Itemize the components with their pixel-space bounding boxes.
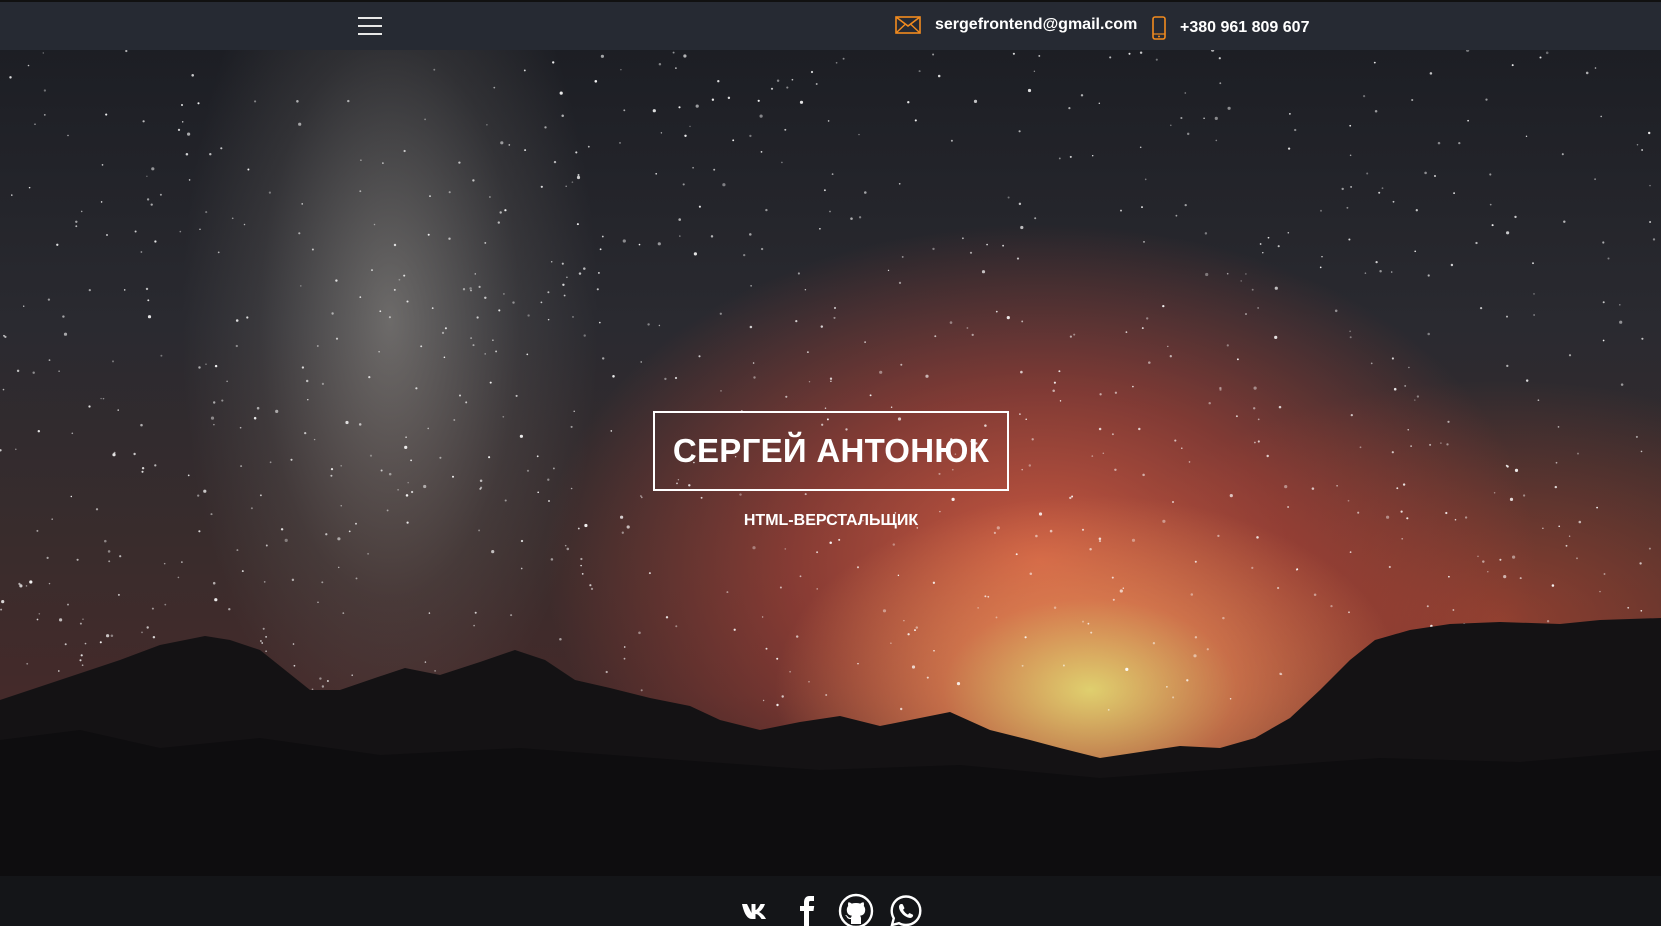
email-contact[interactable]: sergefrontend@gmail.com [895, 16, 1137, 34]
envelope-icon [895, 16, 921, 34]
phone-contact[interactable]: +380 961 809 607 [1152, 16, 1309, 40]
whatsapp-icon[interactable] [888, 893, 924, 926]
role-subtitle: HTML-ВЕРСТАЛЬЩИК [743, 512, 919, 529]
vk-icon[interactable] [739, 893, 775, 926]
page-title: СЕРГЕЙ АНТОНЮК [672, 432, 990, 469]
mobile-phone-icon [1152, 16, 1166, 40]
top-bar: sergefrontend@gmail.com +380 961 809 607 [0, 0, 1661, 50]
hamburger-menu-icon[interactable] [358, 17, 382, 35]
page: sergefrontend@gmail.com +380 961 809 607… [0, 0, 1661, 926]
name-title-box: СЕРГЕЙ АНТОНЮК [653, 411, 1009, 491]
email-address[interactable]: sergefrontend@gmail.com [935, 16, 1137, 34]
facebook-icon[interactable] [789, 893, 825, 926]
github-icon[interactable] [838, 893, 874, 926]
phone-number[interactable]: +380 961 809 607 [1180, 19, 1309, 37]
footer-bar [0, 876, 1661, 926]
